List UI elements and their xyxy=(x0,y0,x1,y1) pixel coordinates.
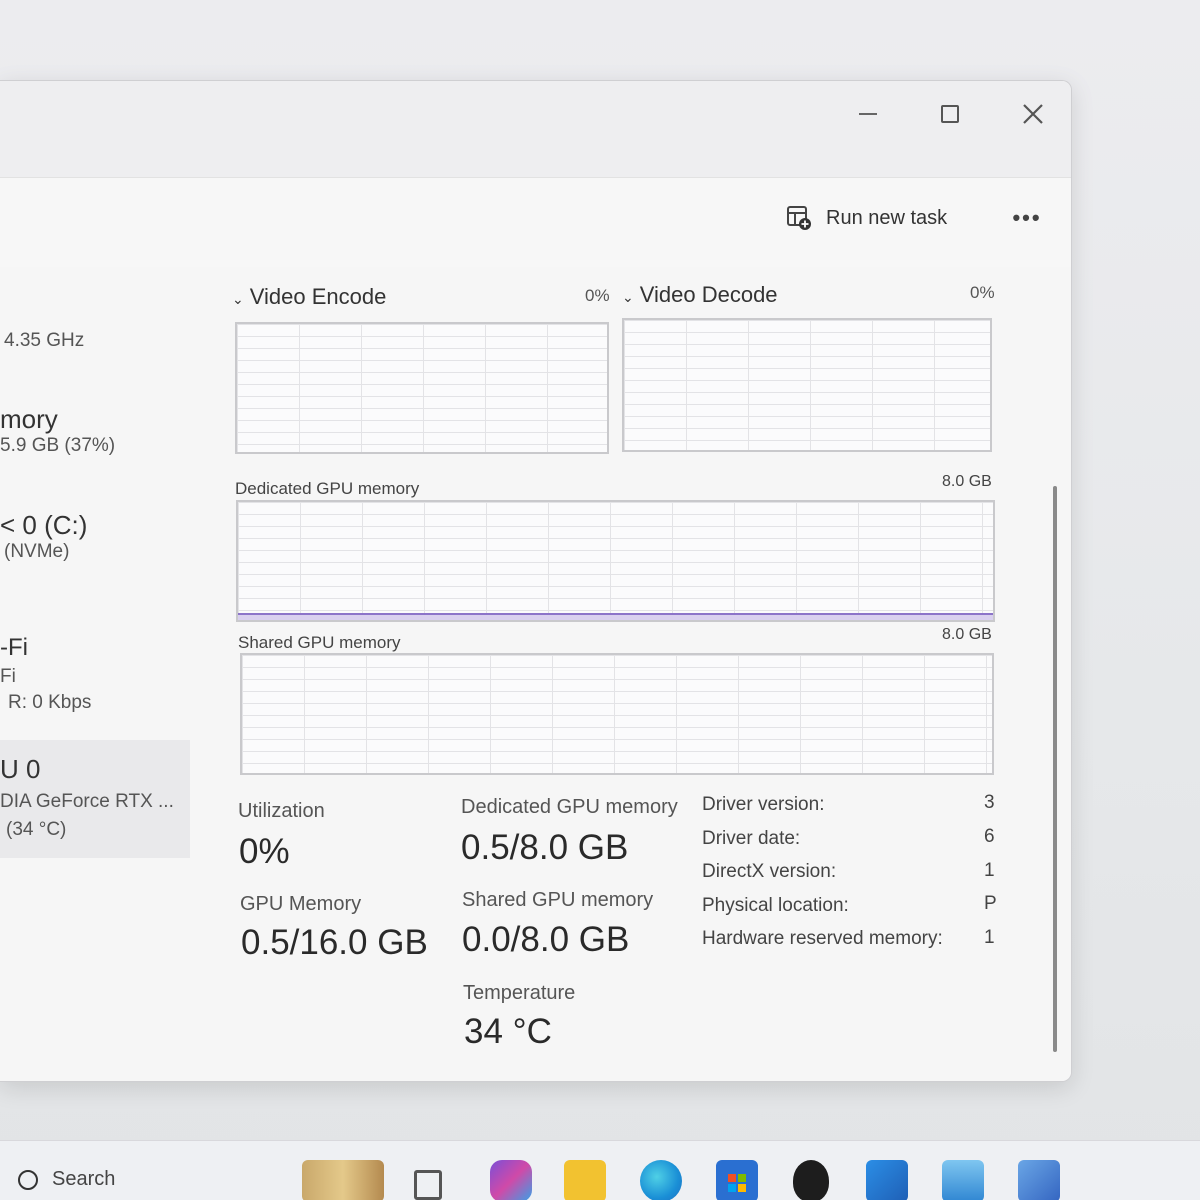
dedicated-memory-label: Dedicated GPU memory xyxy=(461,796,678,818)
sidebar-item-gpu[interactable]: U 0 DIA GeForce RTX ... (34 °C) xyxy=(0,740,190,858)
task-view-icon[interactable] xyxy=(414,1160,446,1200)
run-task-icon xyxy=(787,206,811,230)
maximize-button[interactable] xyxy=(927,91,973,137)
dedicated-memory-graph xyxy=(236,500,995,622)
shared-memory-label: Shared GPU memory xyxy=(462,889,654,911)
utilization-label: Utilization xyxy=(238,800,325,822)
search-label: Search xyxy=(52,1168,116,1190)
sidebar-item-wifi[interactable]: -Fi Fi R: 0 Kbps xyxy=(0,634,190,714)
video-decode-label: Video Decode xyxy=(639,282,778,307)
edge-icon[interactable] xyxy=(640,1160,682,1200)
wifi-title: -Fi xyxy=(0,634,28,661)
video-encode-label: Video Encode xyxy=(249,284,387,309)
disk-type: (NVMe) xyxy=(4,541,70,562)
utilization-value: 0% xyxy=(239,832,290,871)
shared-memory-graph xyxy=(240,653,994,775)
memory-usage: 5.9 GB (37%) xyxy=(0,435,116,456)
gpu-memory-value: 0.5/16.0 GB xyxy=(241,923,428,962)
gpu-name: DIA GeForce RTX ... xyxy=(0,791,174,812)
run-new-task-label: Run new task xyxy=(826,206,948,229)
video-decode-percent: 0% xyxy=(970,283,995,302)
wifi-sub: Fi xyxy=(0,666,16,687)
store-icon[interactable] xyxy=(716,1160,758,1200)
driver-date-label: Driver date: xyxy=(702,828,801,849)
cpu-speed: 4.35 GHz xyxy=(4,330,85,351)
outlook-icon[interactable] xyxy=(866,1160,908,1200)
hardware-reserved-memory-value: 1 xyxy=(984,927,995,948)
minimize-button[interactable] xyxy=(845,91,891,137)
m365-icon[interactable] xyxy=(490,1160,532,1200)
vertical-scrollbar[interactable] xyxy=(1053,486,1057,1052)
driver-version-value: 3 xyxy=(984,792,995,813)
physical-location-label: Physical location: xyxy=(702,895,849,916)
photos-icon[interactable] xyxy=(942,1160,984,1200)
minimize-icon xyxy=(859,113,877,115)
title-bar xyxy=(0,81,1071,177)
video-encode-header[interactable]: ⌄ Video Encode xyxy=(232,284,386,310)
dedicated-memory-usage-line xyxy=(238,613,993,620)
gpu-memory-label: GPU Memory xyxy=(240,893,362,915)
sidebar-item-memory[interactable]: mory 5.9 GB (37%) xyxy=(0,404,190,457)
video-decode-header[interactable]: ⌄ Video Decode xyxy=(622,282,778,308)
shared-memory-graph-label: Shared GPU memory xyxy=(238,633,401,652)
alienware-icon[interactable] xyxy=(793,1160,829,1200)
video-encode-percent: 0% xyxy=(585,286,610,305)
remote-desktop-icon[interactable] xyxy=(1018,1160,1060,1200)
driver-version-label: Driver version: xyxy=(702,794,825,815)
directx-version-value: 1 xyxy=(984,860,995,881)
temperature-label: Temperature xyxy=(463,982,576,1004)
sidebar-item-disk[interactable]: < 0 (C:) (NVMe) xyxy=(0,510,190,563)
shared-memory-graph-max: 8.0 GB xyxy=(942,626,992,643)
memory-title: mory xyxy=(0,404,58,434)
dedicated-memory-value: 0.5/8.0 GB xyxy=(461,828,629,867)
shared-memory-value: 0.0/8.0 GB xyxy=(462,920,630,959)
dedicated-memory-graph-max: 8.0 GB xyxy=(942,473,992,490)
physical-location-value: P xyxy=(984,893,997,914)
chevron-down-icon: ⌄ xyxy=(622,289,634,305)
sidebar-item-cpu[interactable]: 4.35 GHz xyxy=(0,330,190,352)
file-explorer-icon[interactable] xyxy=(564,1160,606,1200)
more-options-button[interactable]: ••• xyxy=(1005,198,1049,238)
search-icon xyxy=(18,1169,38,1190)
hardware-reserved-memory-label: Hardware reserved memory: xyxy=(702,928,943,949)
close-button[interactable] xyxy=(1010,91,1056,137)
gpu-title: U 0 xyxy=(0,754,41,784)
wifi-rate: R: 0 Kbps xyxy=(8,692,92,713)
maximize-icon xyxy=(941,105,959,123)
temperature-value: 34 °C xyxy=(464,1012,552,1051)
disk-title: < 0 (C:) xyxy=(0,510,88,540)
close-icon xyxy=(1023,104,1043,124)
dedicated-memory-graph-label: Dedicated GPU memory xyxy=(235,479,420,498)
chevron-down-icon: ⌄ xyxy=(232,291,244,307)
video-encode-graph xyxy=(235,322,609,454)
gpu-temp: (34 °C) xyxy=(6,819,67,840)
directx-version-label: DirectX version: xyxy=(702,861,837,882)
video-decode-graph xyxy=(622,318,992,452)
widgets-icon[interactable] xyxy=(302,1160,384,1200)
driver-date-value: 6 xyxy=(984,826,995,847)
taskbar-search[interactable]: Search xyxy=(18,1168,115,1191)
run-new-task-button[interactable]: Run new task xyxy=(786,198,947,238)
